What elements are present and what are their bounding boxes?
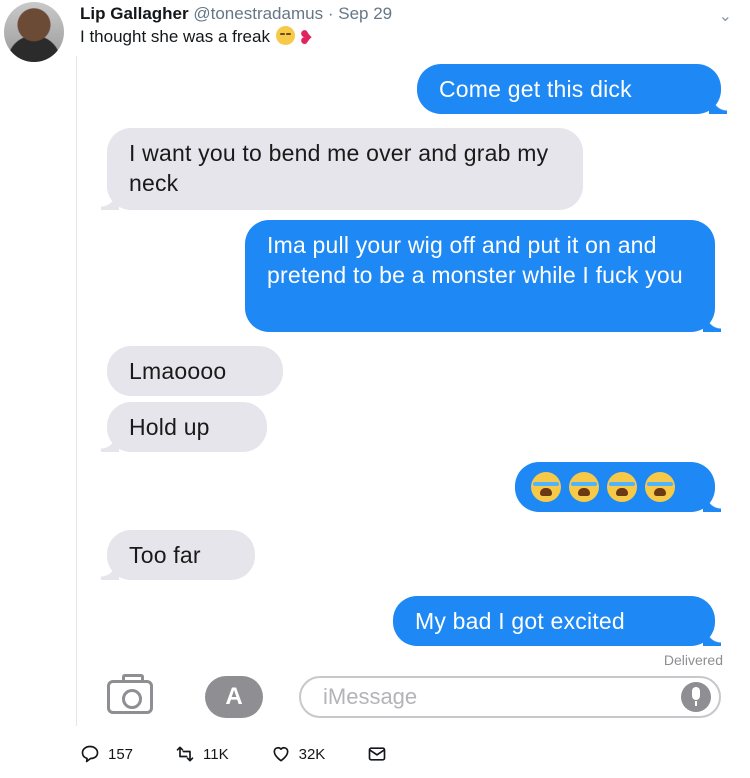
crying-laughing-emoji-icon	[645, 472, 675, 502]
tweet-text-body: I thought she was a freak	[80, 27, 270, 46]
camera-icon[interactable]	[107, 674, 153, 714]
imessage-placeholder: iMessage	[323, 684, 418, 709]
microphone-icon[interactable]	[681, 682, 711, 712]
message-text: Ima pull your wig off and put it on and …	[267, 232, 683, 288]
meta-separator: ·	[327, 4, 334, 23]
message-text: Hold up	[129, 414, 210, 440]
emoji-row	[531, 472, 699, 502]
retweet-count: 11K	[203, 745, 229, 763]
broken-heart-emoji-icon: ❥	[297, 28, 314, 49]
message-bubble-received: Too far	[101, 530, 255, 580]
tweet-actions: 157 11K 32K	[80, 742, 437, 766]
retweet-button[interactable]: 11K	[175, 744, 229, 764]
author-handle[interactable]: @tonestradamus	[193, 4, 323, 23]
crying-laughing-emoji-icon	[607, 472, 637, 502]
reply-count: 157	[108, 745, 134, 763]
imessage-screenshot: Come get this dick I want you to bend me…	[76, 56, 741, 726]
avatar[interactable]	[4, 2, 64, 62]
like-count: 32K	[298, 745, 326, 763]
message-text: My bad I got excited	[415, 608, 625, 634]
message-text: Come get this dick	[439, 76, 632, 102]
message-bubble-received: Hold up	[101, 402, 267, 452]
envelope-icon	[368, 747, 386, 761]
message-input-bar: A iMessage	[77, 666, 741, 726]
message-bubble-sent: Come get this dick	[417, 64, 727, 114]
tweet-text: I thought she was a freak ❥	[80, 26, 314, 50]
imessage-input[interactable]: iMessage	[299, 676, 721, 718]
relieved-face-emoji-icon	[275, 26, 295, 45]
like-button[interactable]: 32K	[271, 744, 326, 764]
author-name[interactable]: Lip Gallagher	[80, 4, 189, 23]
message-text: I want you to bend me over and grab my n…	[129, 140, 549, 196]
crying-laughing-emoji-icon	[569, 472, 599, 502]
crying-laughing-emoji-icon	[531, 472, 561, 502]
message-bubble-sent: My bad I got excited	[393, 596, 721, 646]
heart-icon	[273, 746, 289, 762]
reply-button[interactable]: 157	[80, 744, 133, 764]
message-bubble-received: I want you to bend me over and grab my n…	[101, 128, 583, 210]
retweet-icon	[176, 746, 194, 762]
message-bubble-received: Lmaoooo	[107, 346, 283, 396]
tweet-date[interactable]: Sep 29	[338, 4, 392, 23]
direct-message-button[interactable]	[367, 744, 395, 764]
message-text: Too far	[129, 542, 201, 568]
author-line: Lip Gallagher @tonestradamus · Sep 29	[80, 4, 392, 24]
message-bubble-sent: Ima pull your wig off and put it on and …	[245, 220, 721, 332]
chevron-down-icon[interactable]: ⌄	[719, 6, 732, 26]
message-bubble-sent-emoji	[515, 462, 721, 512]
message-text: Lmaoooo	[129, 358, 227, 384]
reply-icon	[81, 745, 99, 763]
app-store-icon[interactable]: A	[205, 676, 263, 718]
